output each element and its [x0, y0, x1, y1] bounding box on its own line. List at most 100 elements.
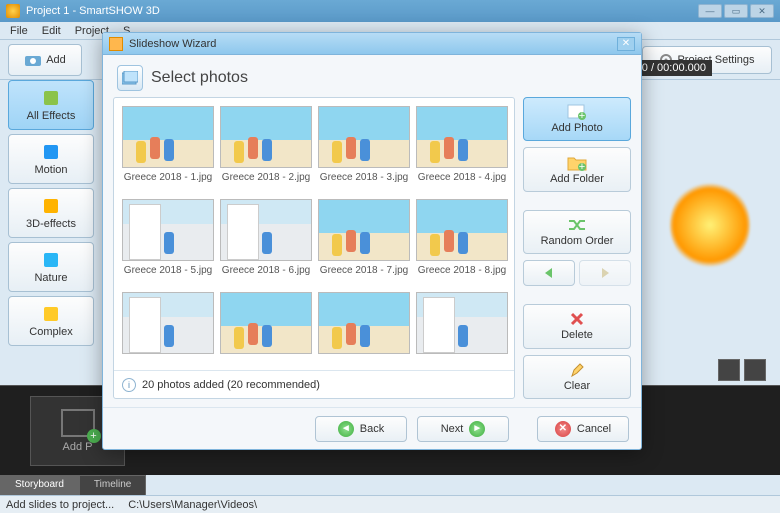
- cancel-label: Cancel: [577, 423, 611, 435]
- close-button[interactable]: ✕: [750, 4, 774, 18]
- tab-storyboard[interactable]: Storyboard: [0, 475, 79, 495]
- delete-label: Delete: [561, 329, 593, 341]
- minimize-button[interactable]: —: [698, 4, 722, 18]
- clear-label: Clear: [564, 380, 590, 392]
- cancel-button[interactable]: ✕ Cancel: [537, 416, 629, 442]
- photo-item[interactable]: Greece 2018 - 8.jpg: [416, 199, 508, 284]
- status-path: C:\Users\Manager\Videos\: [128, 499, 257, 511]
- preview-box-1[interactable]: [718, 359, 740, 381]
- sidecat-complex[interactable]: Complex: [8, 296, 94, 346]
- photo-item[interactable]: Greece 2018 - 7.jpg: [318, 199, 410, 284]
- photo-thumbnail: [220, 199, 312, 261]
- category-icon: [41, 250, 61, 270]
- photo-grid[interactable]: Greece 2018 - 1.jpg Greece 2018 - 2.jpg Gr…: [114, 98, 514, 370]
- effects-sidebar: All Effects Motion 3D-effects Nature Complex: [8, 80, 94, 350]
- photo-item[interactable]: [220, 292, 312, 362]
- photo-item[interactable]: [122, 292, 214, 362]
- sidecat-nature[interactable]: Nature: [8, 242, 94, 292]
- photo-filename: Greece 2018 - 7.jpg: [320, 265, 408, 276]
- arrow-left-circle-icon: ◄: [338, 421, 354, 437]
- sidecat-all-effects[interactable]: All Effects: [8, 80, 94, 130]
- dialog-titlebar: Slideshow Wizard ✕: [103, 33, 641, 55]
- photo-thumbnail: [220, 292, 312, 354]
- delete-icon: [567, 311, 587, 327]
- status-hint: Add slides to project...: [6, 499, 114, 511]
- add-photo-icon: +: [567, 104, 587, 120]
- add-button-label: Add: [46, 54, 66, 66]
- arrow-left-icon: [542, 267, 556, 279]
- move-right-button[interactable]: [579, 260, 631, 286]
- add-slide-icon: [61, 409, 95, 437]
- add-photo-label: Add Photo: [551, 122, 602, 134]
- photo-item[interactable]: [318, 292, 410, 362]
- move-left-button[interactable]: [523, 260, 575, 286]
- add-folder-label: Add Folder: [550, 173, 604, 185]
- photo-status-text: 20 photos added (20 recommended): [142, 379, 320, 391]
- sidecat-motion[interactable]: Motion: [8, 134, 94, 184]
- photo-item[interactable]: Greece 2018 - 2.jpg: [220, 106, 312, 191]
- category-icon: [41, 196, 61, 216]
- photo-panel: Greece 2018 - 1.jpg Greece 2018 - 2.jpg Gr…: [113, 97, 515, 399]
- photo-thumbnail: [122, 292, 214, 354]
- svg-text:+: +: [579, 161, 585, 171]
- category-icon: [41, 88, 61, 108]
- add-button[interactable]: Add: [8, 44, 82, 76]
- status-bar: Add slides to project... C:\Users\Manage…: [0, 495, 780, 513]
- photo-item[interactable]: Greece 2018 - 4.jpg: [416, 106, 508, 191]
- decor-star-icon: [670, 180, 750, 270]
- folder-icon: +: [567, 155, 587, 171]
- category-icon: [41, 304, 61, 324]
- photo-filename: Greece 2018 - 3.jpg: [320, 172, 408, 183]
- photo-item[interactable]: Greece 2018 - 6.jpg: [220, 199, 312, 284]
- menu-file[interactable]: File: [4, 24, 34, 38]
- svg-text:+: +: [579, 110, 585, 120]
- maximize-button[interactable]: ▭: [724, 4, 748, 18]
- add-slide-label: Add P: [63, 441, 93, 453]
- next-label: Next: [441, 423, 464, 435]
- tab-timeline[interactable]: Timeline: [79, 475, 146, 495]
- photo-thumbnail: [318, 199, 410, 261]
- dialog-title: Slideshow Wizard: [129, 38, 617, 50]
- next-button[interactable]: Next ►: [417, 416, 509, 442]
- photo-thumbnail: [122, 199, 214, 261]
- delete-button[interactable]: Delete: [523, 304, 631, 348]
- camera-icon: [24, 53, 42, 67]
- random-order-button[interactable]: Random Order: [523, 210, 631, 254]
- photo-item[interactable]: Greece 2018 - 1.jpg: [122, 106, 214, 191]
- dialog-close-button[interactable]: ✕: [617, 37, 635, 51]
- sidecat-label: Nature: [34, 272, 67, 284]
- wizard-icon: [109, 37, 123, 51]
- arrow-right-circle-icon: ►: [469, 421, 485, 437]
- photos-icon: [117, 65, 143, 91]
- photo-item[interactable]: Greece 2018 - 5.jpg: [122, 199, 214, 284]
- dialog-side-buttons: + Add Photo + Add Folder Random Order De…: [523, 97, 631, 399]
- info-icon: i: [122, 378, 136, 392]
- photo-filename: Greece 2018 - 4.jpg: [418, 172, 506, 183]
- photo-item[interactable]: [416, 292, 508, 362]
- photo-filename: Greece 2018 - 5.jpg: [124, 265, 212, 276]
- broom-icon: [567, 362, 587, 378]
- sidecat-label: Complex: [29, 326, 72, 338]
- menu-edit[interactable]: Edit: [36, 24, 67, 38]
- back-button[interactable]: ◄ Back: [315, 416, 407, 442]
- photo-thumbnail: [318, 106, 410, 168]
- timeline-tabs: Storyboard Timeline: [0, 475, 146, 495]
- photo-filename: Greece 2018 - 2.jpg: [222, 172, 310, 183]
- add-folder-button[interactable]: + Add Folder: [523, 147, 631, 191]
- cancel-icon: ✕: [555, 421, 571, 437]
- photo-thumbnail: [416, 292, 508, 354]
- main-titlebar: Project 1 - SmartSHOW 3D — ▭ ✕: [0, 0, 780, 22]
- shuffle-icon: [567, 217, 587, 233]
- photo-filename: Greece 2018 - 6.jpg: [222, 265, 310, 276]
- slideshow-wizard-dialog: Slideshow Wizard ✕ Select photos Greece …: [102, 32, 642, 450]
- photo-item[interactable]: Greece 2018 - 3.jpg: [318, 106, 410, 191]
- clear-button[interactable]: Clear: [523, 355, 631, 399]
- add-photo-button[interactable]: + Add Photo: [523, 97, 631, 141]
- app-logo-icon: [6, 4, 20, 18]
- sidecat-label: All Effects: [27, 110, 76, 122]
- dialog-header: Select photos: [103, 55, 641, 97]
- sidecat-label: Motion: [34, 164, 67, 176]
- preview-box-2[interactable]: [744, 359, 766, 381]
- photo-status-line: i 20 photos added (20 recommended): [114, 370, 514, 398]
- sidecat-3d-effects[interactable]: 3D-effects: [8, 188, 94, 238]
